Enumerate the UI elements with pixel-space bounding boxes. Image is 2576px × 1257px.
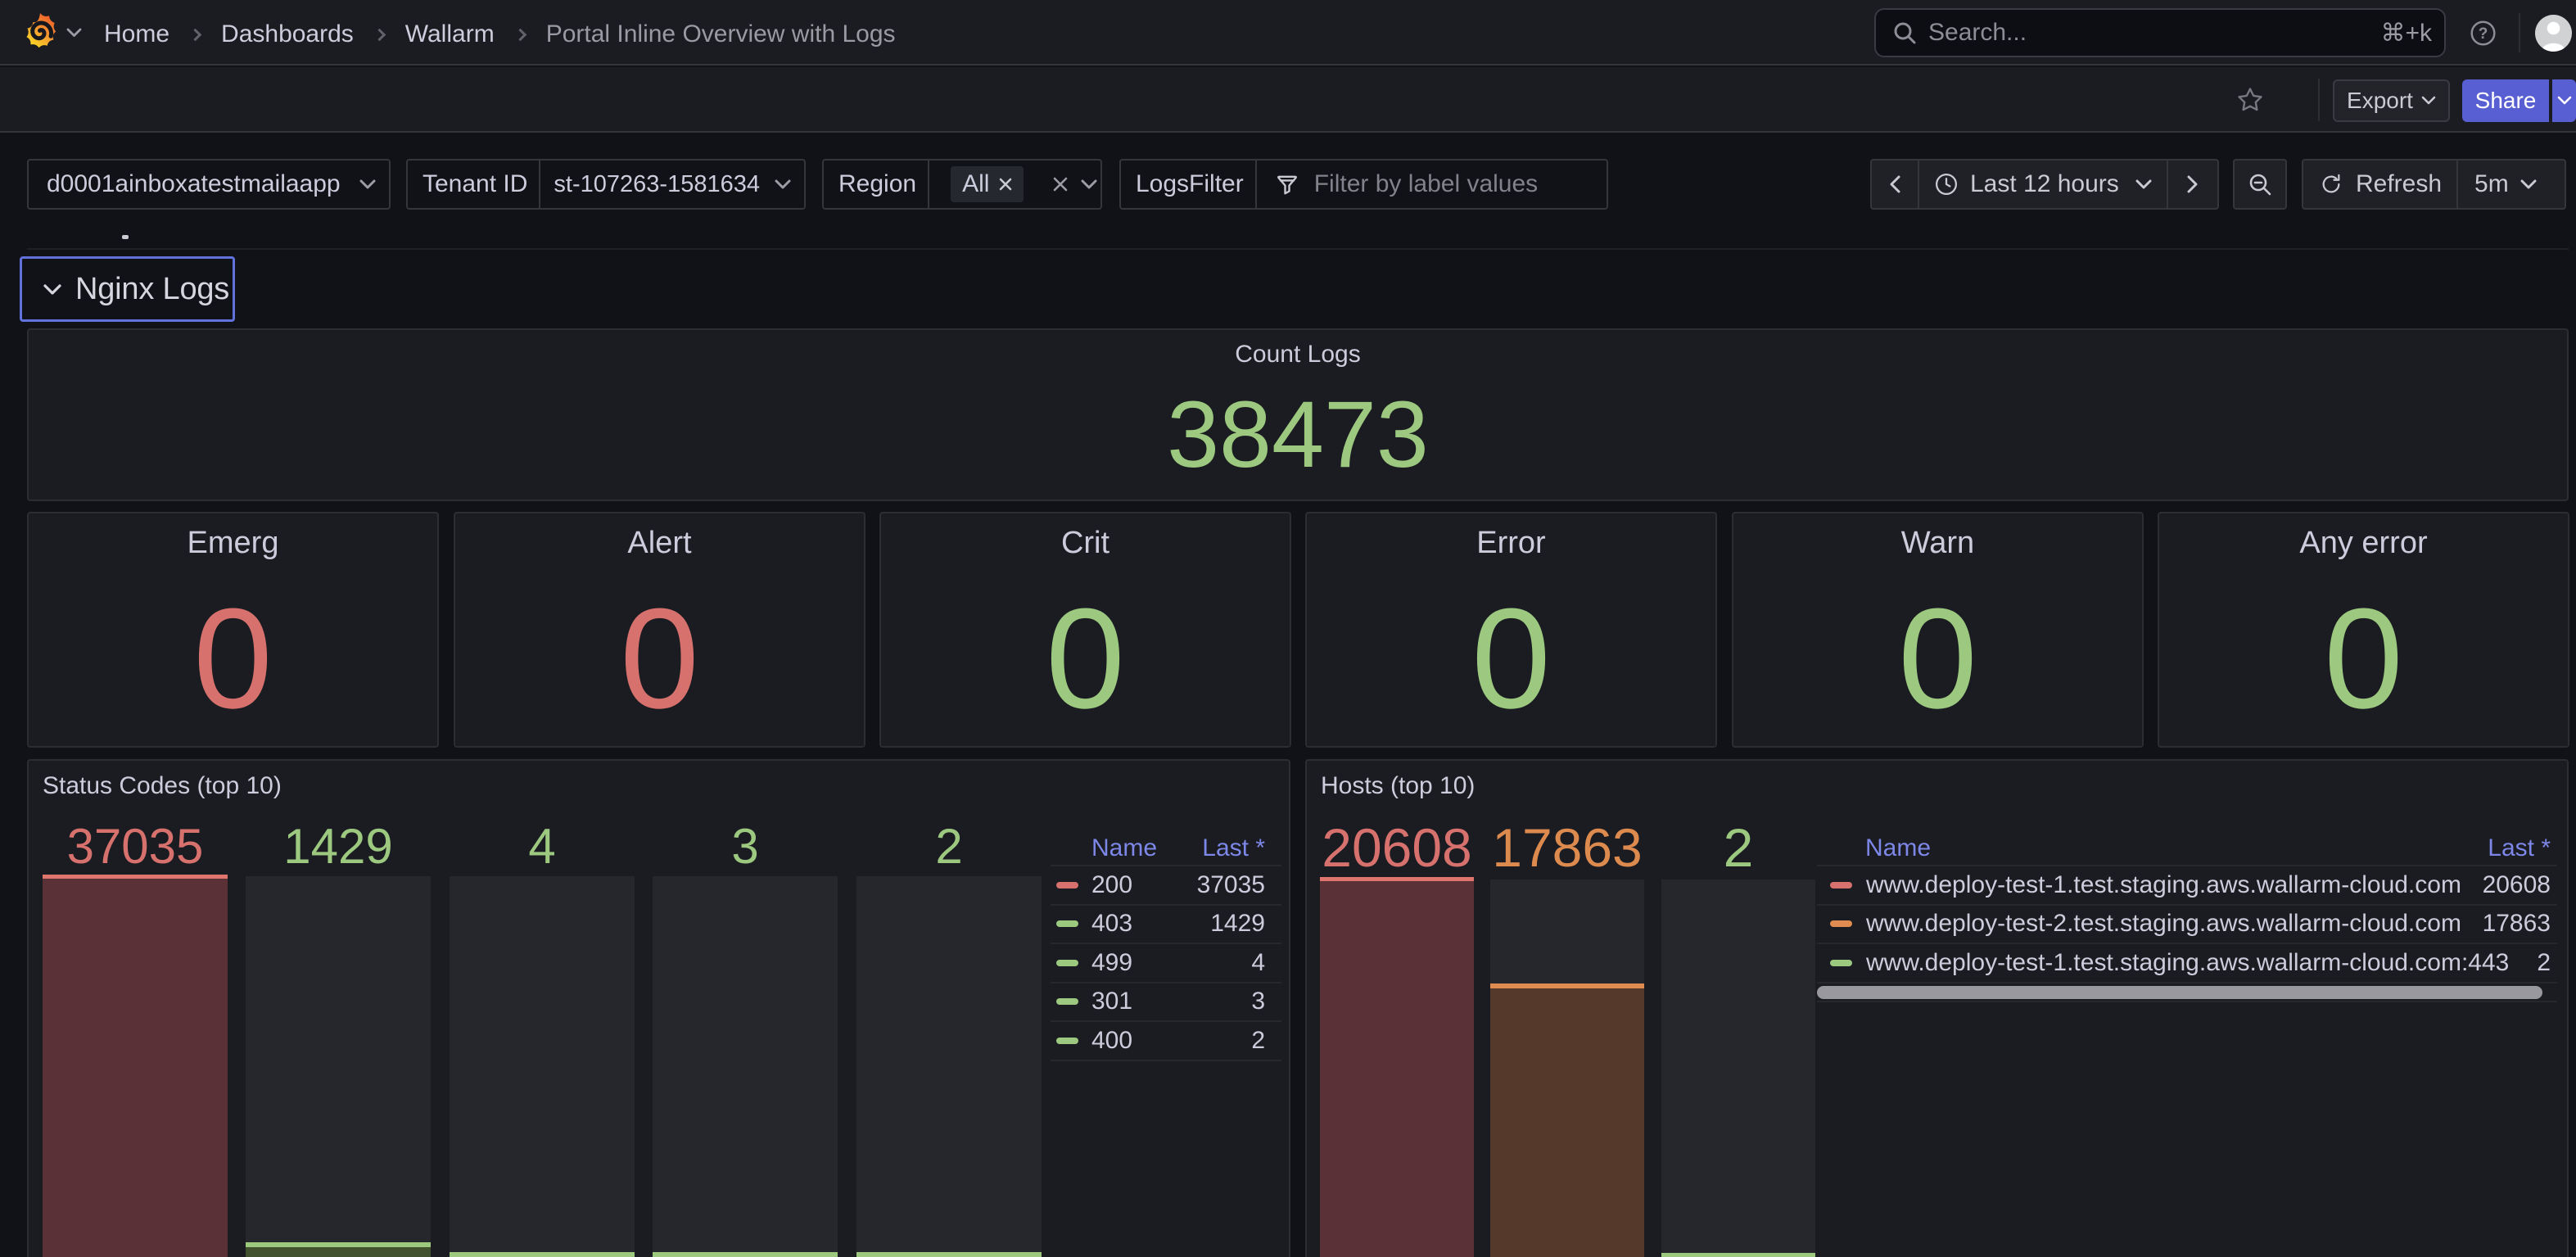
svg-text:?: ?: [2479, 25, 2488, 43]
